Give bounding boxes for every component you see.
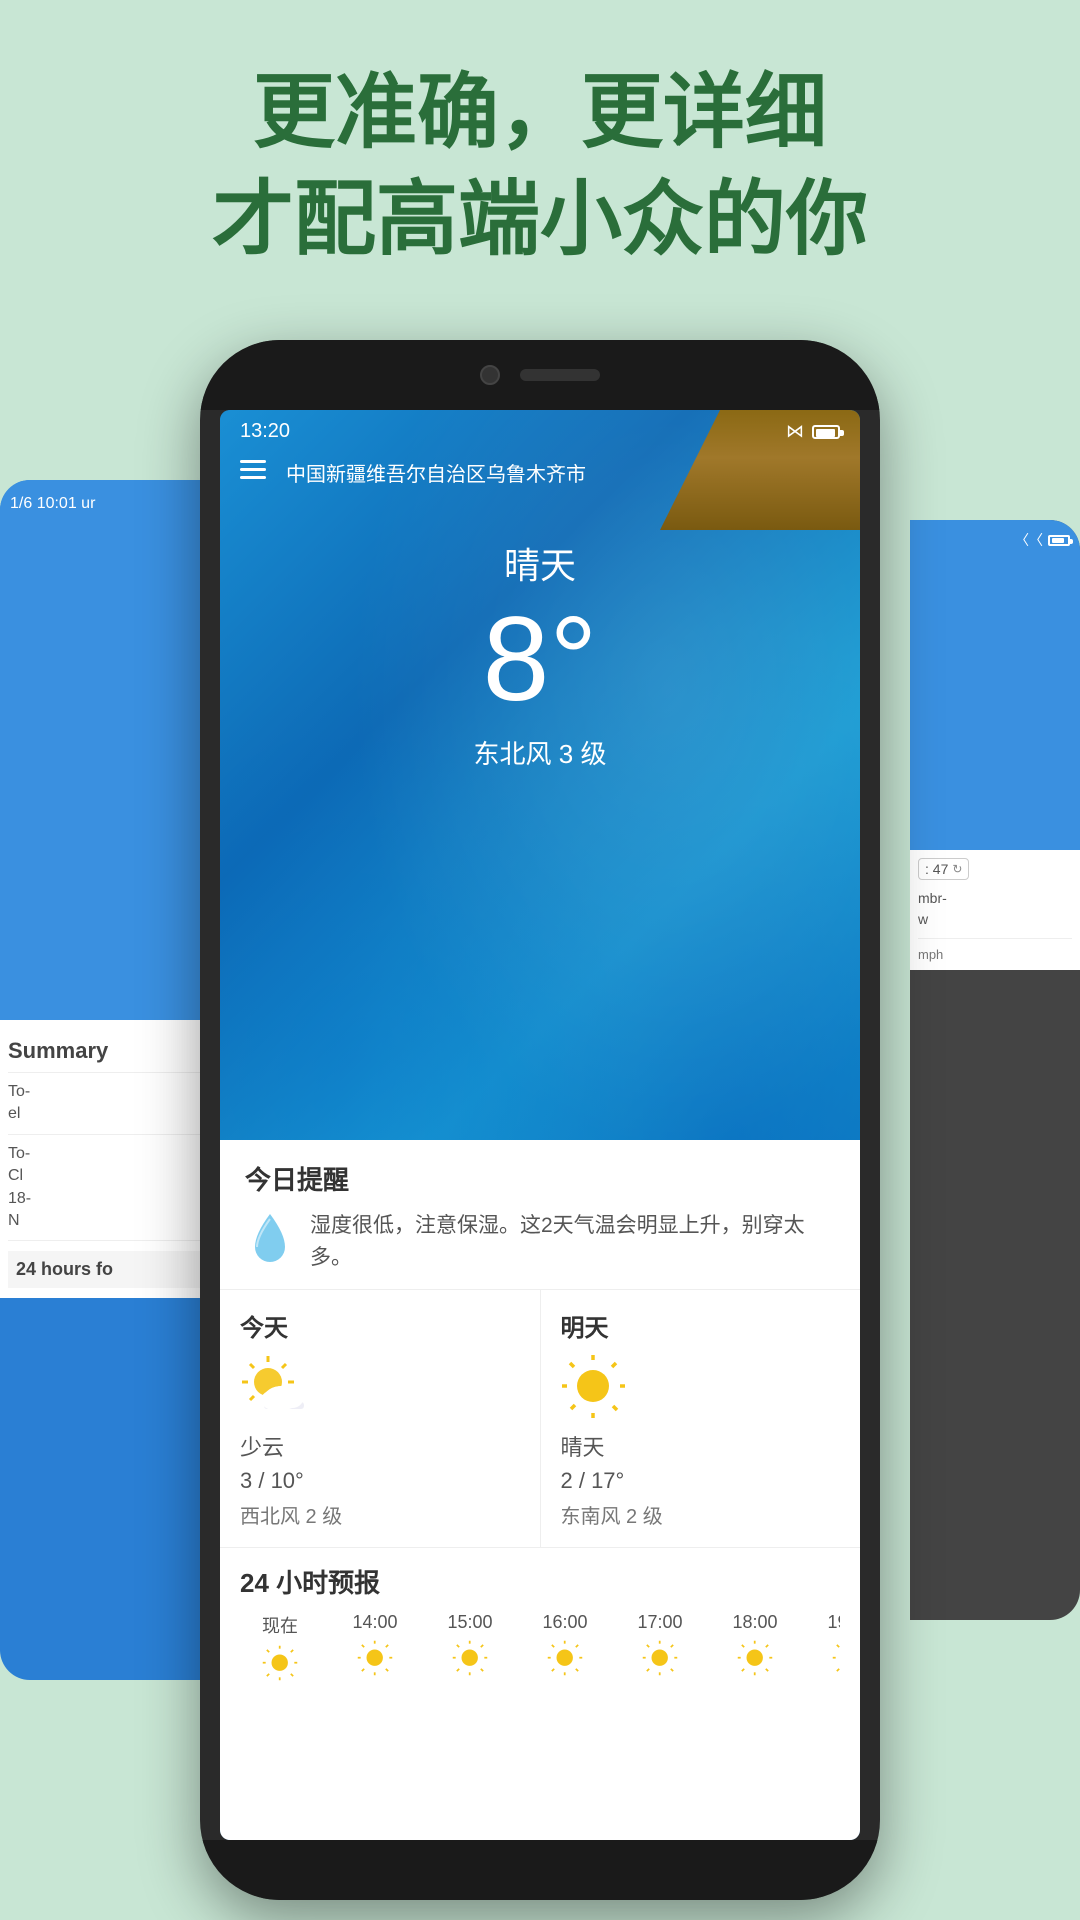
battery-fill	[816, 429, 835, 437]
hourly-time-3: 16:00	[542, 1612, 587, 1633]
hourly-item-1: 14:00	[335, 1612, 415, 1682]
nav-bar: 中国新疆维吾尔自治区乌鲁木齐市	[220, 453, 860, 497]
back-right-speed: mph	[918, 947, 1072, 962]
hourly-time-6: 19:00	[827, 1612, 840, 1633]
tomorrow-label: 明天	[561, 1308, 609, 1343]
hourly-time-1: 14:00	[352, 1612, 397, 1633]
today-weather-icon	[240, 1354, 305, 1419]
menu-icon[interactable]	[240, 459, 266, 487]
tomorrow-weather-icon	[561, 1354, 626, 1419]
status-bar: 13:20 ⋈	[220, 410, 860, 453]
phones-area: 1/6 10:01 ur Summary To- el To- Cl 18- N…	[0, 340, 1080, 1920]
hourly-icon-0	[261, 1644, 299, 1682]
back-left-summary: Summary	[8, 1030, 222, 1073]
weather-temperature: 8°	[240, 599, 840, 719]
phone-bottom-bezel	[200, 1840, 880, 1900]
hourly-scroll[interactable]: 现在	[240, 1612, 840, 1682]
back-left-t5: 18-	[8, 1188, 222, 1210]
headline: 更准确，更详细 才配高端小众的你	[0, 60, 1080, 273]
status-icons: ⋈	[786, 421, 840, 442]
hourly-icon-1	[356, 1639, 394, 1677]
today-condition: 少云	[240, 1430, 284, 1462]
earpiece	[520, 369, 600, 381]
hourly-time-5: 18:00	[732, 1612, 777, 1633]
phone-top-bezel	[200, 340, 880, 410]
today-wind: 西北风 2 级	[240, 1500, 342, 1529]
hourly-title: 24 小时预报	[240, 1563, 840, 1600]
weather-condition: 晴天	[240, 537, 840, 589]
back-left-24h: 24 hours fo	[8, 1251, 222, 1288]
today-forecast: 今天	[220, 1290, 541, 1547]
hourly-item-5: 18:00	[715, 1612, 795, 1682]
status-time: 13:20	[240, 420, 290, 443]
phone-back-left: 1/6 10:01 ur Summary To- el To- Cl 18- N…	[0, 480, 230, 1680]
weather-wind: 东北风 3 级	[240, 734, 840, 771]
back-right-t1: mbr-	[918, 888, 1072, 909]
back-left-t3: To-	[8, 1143, 222, 1165]
today-temp: 3 / 10°	[240, 1468, 304, 1494]
back-left-t2: el	[8, 1103, 222, 1125]
hourly-time-2: 15:00	[447, 1612, 492, 1633]
forecast-row: 今天	[220, 1290, 860, 1548]
back-left-t1: To-	[8, 1081, 222, 1103]
back-left-date: 1/6 10:01 ur	[10, 495, 220, 513]
reminder-content: 湿度很低，注意保湿。这2天气温会明显上升，别穿太多。	[245, 1209, 835, 1274]
today-label: 今天	[240, 1308, 288, 1343]
today-reminder-section: 今日提醒 湿度很低，注意保湿。这2天气温会明显上升，别穿太多。	[220, 1140, 860, 1290]
tomorrow-forecast: 明天	[541, 1290, 861, 1547]
hourly-item-4: 17:00	[620, 1612, 700, 1682]
refresh-icon[interactable]: ↻	[810, 1711, 825, 1731]
pm25-badge: PM2.5：40 ↻	[694, 1700, 840, 1740]
tomorrow-condition: 晴天	[561, 1430, 605, 1462]
hourly-time-4: 17:00	[637, 1612, 682, 1633]
hourly-item-2: 15:00	[430, 1612, 510, 1682]
back-left-t6: N	[8, 1210, 222, 1232]
reminder-text: 湿度很低，注意保湿。这2天气温会明显上升，别穿太多。	[310, 1210, 835, 1273]
publish-time: 5-22 13:20 发布	[240, 1715, 360, 1740]
hourly-item-now: 现在	[240, 1612, 320, 1682]
reminder-title: 今日提醒	[245, 1160, 835, 1197]
hourly-time-0: 现在	[262, 1612, 298, 1638]
hourly-item-6: 19:00	[810, 1612, 840, 1682]
hourly-icon-2	[451, 1639, 489, 1677]
tomorrow-wind: 东南风 2 级	[561, 1500, 663, 1529]
hourly-icon-4	[641, 1639, 679, 1677]
wifi-icon: ⋈	[786, 421, 804, 442]
front-camera	[480, 365, 500, 385]
hourly-item-3: 16:00	[525, 1612, 605, 1682]
back-right-t2: w	[918, 909, 1072, 930]
hourly-icon-3	[546, 1639, 584, 1677]
tomorrow-temp: 2 / 17°	[561, 1468, 625, 1494]
hourly-section: 24 小时预报 现在	[220, 1548, 860, 1692]
phone-main: 13:20 ⋈	[200, 340, 880, 1900]
headline-line2: 才配高端小众的你	[0, 167, 1080, 274]
back-left-t4: Cl	[8, 1165, 222, 1187]
humidity-drop-icon	[245, 1209, 295, 1274]
hourly-icon-6	[831, 1639, 840, 1677]
hourly-icon-5	[736, 1639, 774, 1677]
battery-icon	[812, 425, 840, 439]
screen-content: 13:20 ⋈	[220, 410, 860, 1840]
phone-back-right: 〈〈 : 47 ↻ mbr- w mph	[910, 520, 1080, 1620]
location-text: 中国新疆维吾尔自治区乌鲁木齐市	[286, 458, 586, 487]
pm25-value: PM2.5：40	[709, 1711, 799, 1731]
headline-line1: 更准确，更详细	[0, 60, 1080, 167]
phone-screen: 13:20 ⋈	[220, 410, 860, 1840]
back-right-badge: : 47	[925, 861, 948, 877]
weather-main: 晴天 8° 东北风 3 级	[220, 497, 860, 791]
